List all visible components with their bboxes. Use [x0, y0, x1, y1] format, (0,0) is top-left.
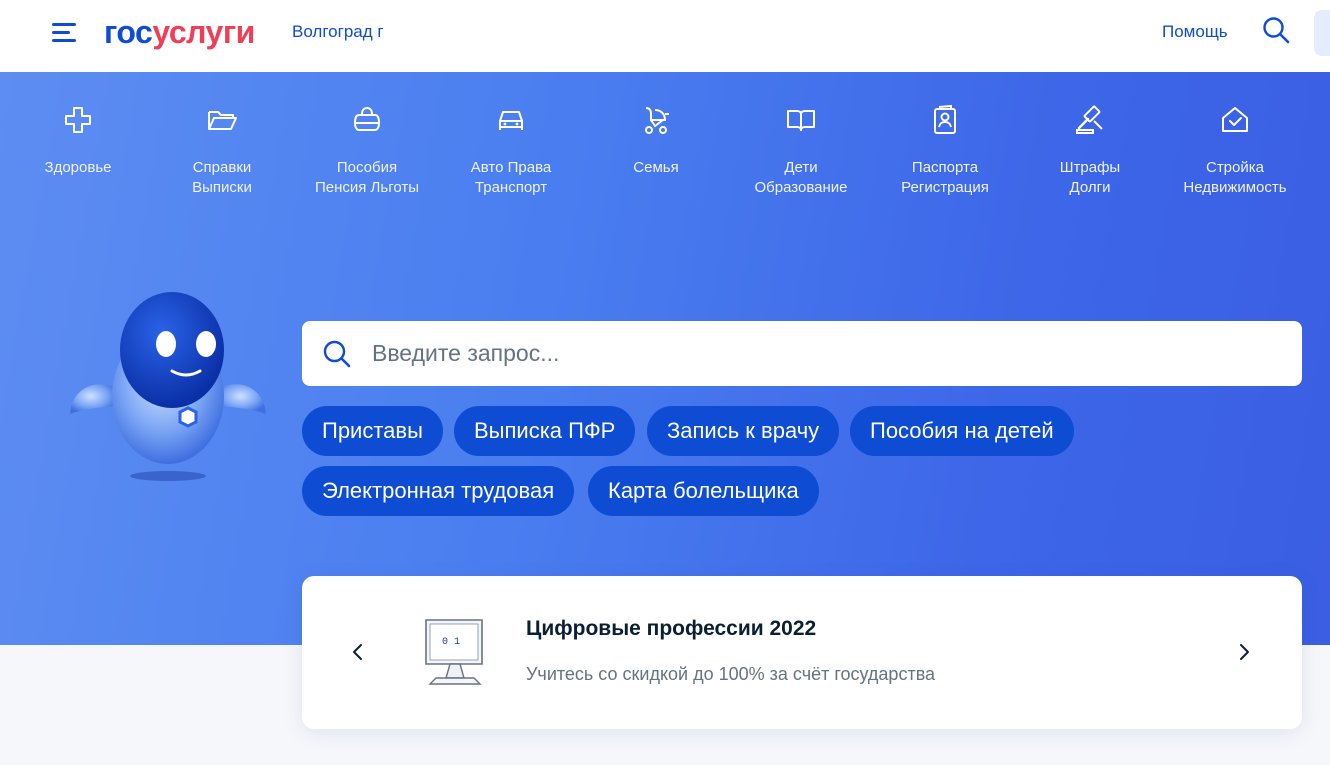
folder-icon [208, 111, 237, 130]
category-label-line2: Недвижимость [1183, 179, 1287, 196]
robot-mascot-image [70, 292, 266, 481]
category-label-line2: Выписки [192, 179, 252, 196]
category-label: Штрафы [1059, 159, 1121, 176]
promo-banner[interactable]: 0 1 Цифровые профессии 2022 Учитесь со с… [302, 576, 1302, 729]
gosuslugi-logo[interactable]: госуслуги [104, 12, 255, 52]
category-label: Дети [784, 159, 818, 176]
category-label: Авто Права [470, 159, 552, 176]
chip-doctor-appointment[interactable]: Запись к врачу [647, 406, 840, 456]
monitor-binary-text: 0 1 [442, 637, 460, 648]
category-label-line2: Пенсия Льготы [314, 179, 420, 196]
category-label: Справки [192, 159, 252, 176]
logo-text-part2: услуги [152, 14, 255, 50]
banner-subtitle: Учитесь со скидкой до 100% за счёт госуд… [526, 664, 936, 684]
category-label: Семья [633, 159, 679, 176]
login-button[interactable] [1314, 10, 1330, 56]
hero-section: Здоровье Справки Выписки Пособия Пенсия Ль… [0, 72, 1330, 645]
car-icon [499, 111, 523, 130]
category-family[interactable]: Семья [581, 104, 731, 178]
category-passports[interactable]: Паспорта Регистрация [870, 104, 1020, 198]
health-cross-icon [65, 107, 91, 133]
category-fines[interactable]: Штрафы Долги [1015, 104, 1165, 198]
region-selector[interactable]: Волгоград г [292, 22, 384, 42]
category-label: Здоровье [44, 159, 112, 176]
chip-pfr-statement[interactable]: Выписка ПФР [454, 406, 636, 456]
logo-text-part1: гос [104, 14, 153, 50]
book-icon [787, 110, 815, 131]
computer-monitor-image: 0 1 [425, 619, 483, 685]
category-label-line2: Регистрация [901, 179, 989, 196]
purse-icon [354, 106, 380, 131]
chip-electronic-workbook[interactable]: Электронная трудовая [302, 466, 575, 516]
menu-icon[interactable] [52, 21, 80, 43]
category-benefits[interactable]: Пособия Пенсия Льготы [292, 104, 442, 198]
category-label: Пособия [336, 159, 398, 176]
chip-bailiffs[interactable]: Приставы [302, 406, 443, 456]
passport-icon [934, 104, 956, 134]
chip-fan-card[interactable]: Карта болельщика [588, 466, 819, 516]
category-nav: Здоровье Справки Выписки Пособия Пенсия Ль… [0, 72, 1330, 222]
banner-title: Цифровые профессии 2022 [526, 617, 817, 640]
search-input[interactable] [372, 331, 1272, 375]
category-auto[interactable]: Авто Права Транспорт [436, 104, 586, 198]
chip-child-benefits[interactable]: Пособия на детей [850, 406, 1074, 456]
top-header: госуслуги Волгоград г Помощь [0, 0, 1330, 72]
chevron-left-icon[interactable] [346, 640, 370, 664]
category-children[interactable]: Дети Образование [726, 104, 876, 198]
chevron-right-icon[interactable] [1232, 640, 1256, 664]
help-link[interactable]: Помощь [1162, 22, 1228, 42]
category-certificates[interactable]: Справки Выписки [147, 104, 297, 198]
gavel-icon [1076, 105, 1103, 134]
category-label: Паспорта [911, 159, 979, 176]
category-label-line2: Долги [1069, 179, 1111, 196]
category-label-line2: Транспорт [474, 179, 548, 196]
search-icon [323, 340, 351, 368]
category-label-line2: Образование [754, 179, 848, 196]
house-check-icon [1222, 107, 1248, 132]
category-realty[interactable]: Стройка Недвижимость [1160, 104, 1310, 198]
stroller-icon [645, 107, 669, 134]
search-icon[interactable] [1262, 16, 1290, 44]
category-health[interactable]: Здоровье [3, 104, 153, 178]
search-bar [302, 321, 1302, 386]
category-label: Стройка [1205, 159, 1264, 176]
